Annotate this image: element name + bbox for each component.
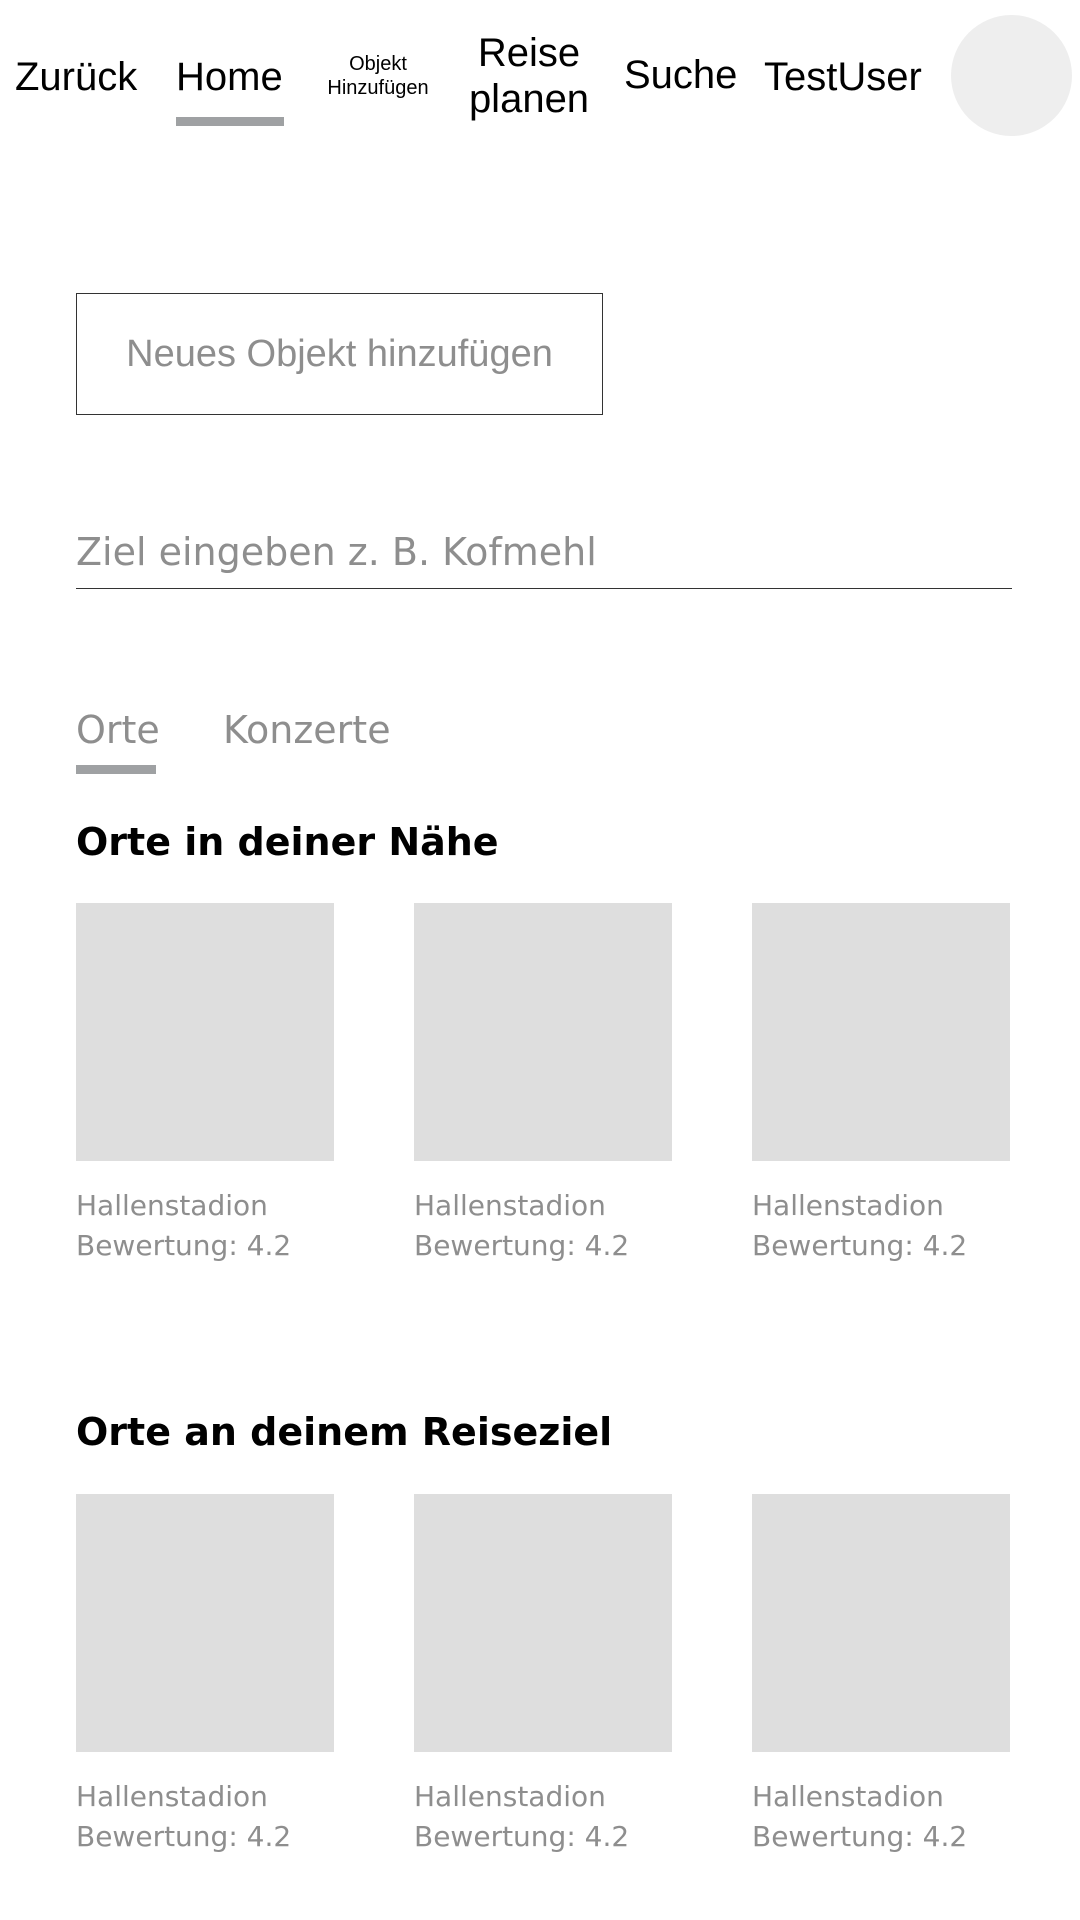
nav-plan-trip-link[interactable]: Reise planen <box>460 30 598 122</box>
place-card[interactable]: Hallenstadion Bewertung: 4.2 <box>752 1494 1010 1857</box>
place-name: Hallenstadion <box>76 1780 268 1813</box>
nav-add-object-link[interactable]: Objekt Hinzufügen <box>318 52 438 100</box>
place-image-placeholder <box>414 1494 672 1752</box>
place-name: Hallenstadion <box>752 1189 944 1222</box>
nav-back-link[interactable]: Zurück <box>15 55 137 100</box>
nav-add-line1: Objekt <box>349 53 407 75</box>
place-card[interactable]: Hallenstadion Bewertung: 4.2 <box>414 1494 672 1857</box>
place-rating: Bewertung: 4.2 <box>752 1229 968 1262</box>
place-image-placeholder <box>752 1494 1010 1752</box>
place-card[interactable]: Hallenstadion Bewertung: 4.2 <box>76 903 334 1266</box>
tab-active-indicator <box>76 765 156 774</box>
nav-home-link[interactable]: Home <box>176 55 283 100</box>
user-avatar[interactable] <box>951 15 1072 136</box>
place-rating: Bewertung: 4.2 <box>752 1820 968 1853</box>
place-name: Hallenstadion <box>752 1780 944 1813</box>
nav-active-indicator <box>176 117 284 126</box>
nav-trip-line2: planen <box>468 77 590 121</box>
place-rating: Bewertung: 4.2 <box>414 1229 630 1262</box>
nav-user-link[interactable]: TestUser <box>764 55 922 100</box>
place-name: Hallenstadion <box>414 1780 606 1813</box>
place-card[interactable]: Hallenstadion Bewertung: 4.2 <box>414 903 672 1266</box>
destination-input[interactable] <box>76 515 1012 589</box>
place-name: Hallenstadion <box>76 1189 268 1222</box>
tab-konzerte[interactable]: Konzerte <box>223 708 391 752</box>
top-navigation: Zurück Home Objekt Hinzufügen Reise plan… <box>0 0 1080 150</box>
place-name: Hallenstadion <box>414 1189 606 1222</box>
add-object-button[interactable]: Neues Objekt hinzufügen <box>76 293 603 415</box>
place-rating: Bewertung: 4.2 <box>414 1820 630 1853</box>
section-title-nearby: Orte in deiner Nähe <box>76 820 499 864</box>
place-rating: Bewertung: 4.2 <box>76 1229 292 1262</box>
nav-trip-line1: Reise <box>477 31 581 75</box>
place-image-placeholder <box>76 903 334 1161</box>
place-rating: Bewertung: 4.2 <box>76 1820 292 1853</box>
place-card[interactable]: Hallenstadion Bewertung: 4.2 <box>752 903 1010 1266</box>
nav-add-line2: Hinzufügen <box>327 77 429 99</box>
place-card[interactable]: Hallenstadion Bewertung: 4.2 <box>76 1494 334 1857</box>
nav-search-link[interactable]: Suche <box>624 53 737 98</box>
section-title-destination: Orte an deinem Reiseziel <box>76 1410 613 1454</box>
place-image-placeholder <box>752 903 1010 1161</box>
tab-orte[interactable]: Orte <box>76 708 160 752</box>
place-image-placeholder <box>414 903 672 1161</box>
place-image-placeholder <box>76 1494 334 1752</box>
